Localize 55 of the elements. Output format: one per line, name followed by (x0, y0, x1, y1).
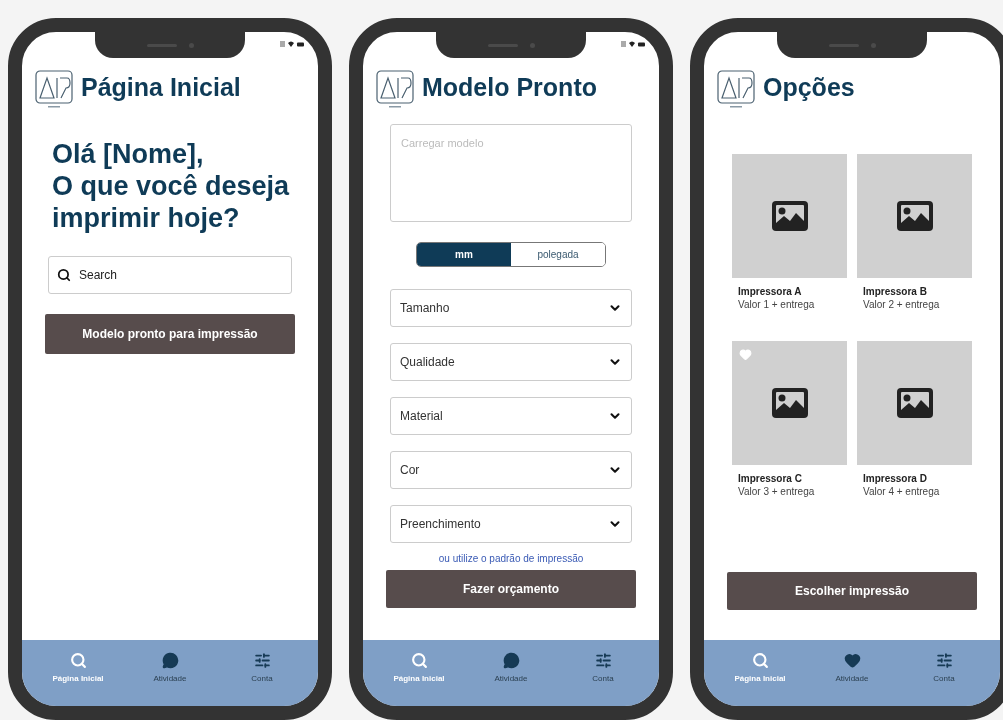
product-image[interactable] (732, 341, 847, 465)
product-image[interactable] (857, 154, 972, 278)
product-price: Valor 4 + entrega (862, 485, 941, 498)
chat-icon (502, 652, 520, 669)
greeting-heading: Olá [Nome], (52, 138, 205, 170)
choose-print-button[interactable]: Escolher impressão (727, 572, 977, 610)
page-title: Modelo Pronto (422, 74, 597, 100)
search-icon (57, 268, 71, 282)
dropdown-field[interactable]: Cor (390, 451, 632, 489)
logo-icon (717, 70, 755, 110)
dropdown-field[interactable]: Qualidade (390, 343, 632, 381)
heart-icon (843, 652, 861, 669)
nav-tab[interactable]: Atividade (817, 652, 887, 685)
logo-icon (376, 70, 414, 110)
product-name: Impressora A (737, 285, 803, 298)
page-title: Página Inicial (81, 74, 241, 100)
sliders-icon (594, 652, 612, 669)
greeting-heading: O que você deseja (52, 170, 288, 202)
image-icon (771, 388, 808, 418)
product-image[interactable] (857, 341, 972, 465)
search-icon (751, 652, 769, 669)
sliders-icon (253, 652, 271, 669)
greeting-heading: imprimir hoje? (52, 202, 241, 234)
nav-tab[interactable]: Atividade (135, 652, 205, 685)
logo-icon (35, 70, 73, 110)
product-name: Impressora D (862, 472, 928, 485)
search-icon (410, 652, 428, 669)
product-price: Valor 1 + entrega (737, 298, 816, 311)
sliders-icon (935, 652, 953, 669)
search-field[interactable]: Search (48, 256, 292, 294)
status-icons (280, 41, 304, 48)
product-name: Impressora C (737, 472, 803, 485)
nav-tab[interactable]: Conta (909, 652, 979, 685)
image-icon (896, 388, 933, 418)
nav-tab[interactable]: Atividade (476, 652, 546, 685)
upload-field[interactable]: Carregar modelo (390, 124, 632, 222)
ready-model-button[interactable]: Modelo pronto para impressão (45, 314, 295, 354)
page-title: Opções (763, 74, 855, 100)
nav-tab[interactable]: Conta (227, 652, 297, 685)
default-settings-link[interactable]: ou utilize o padrão de impressão (390, 551, 632, 566)
product-price: Valor 2 + entrega (862, 298, 941, 311)
chat-icon (161, 652, 179, 669)
image-icon (771, 201, 808, 231)
image-icon (896, 201, 933, 231)
product-image[interactable] (732, 154, 847, 278)
product-price: Valor 3 + entrega (737, 485, 816, 498)
dropdown-field[interactable]: Material (390, 397, 632, 435)
nav-tab[interactable]: Conta (568, 652, 638, 685)
unit-option[interactable]: mm (417, 243, 511, 266)
quote-button[interactable]: Fazer orçamento (386, 570, 636, 608)
dropdown-field[interactable]: Tamanho (390, 289, 632, 327)
product-name: Impressora B (862, 285, 928, 298)
dropdown-field[interactable]: Preenchimento (390, 505, 632, 543)
status-icons (621, 41, 645, 48)
search-icon (69, 652, 87, 669)
